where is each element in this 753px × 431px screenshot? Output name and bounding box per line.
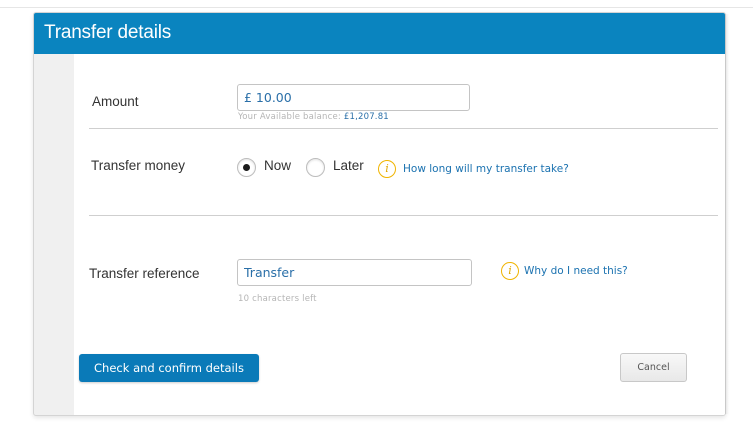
info-icon[interactable]: i <box>378 160 396 178</box>
transfer-reference-label: Transfer reference <box>89 266 200 281</box>
check-and-confirm-button[interactable]: Check and confirm details <box>79 354 259 382</box>
panel-header: Transfer details <box>34 13 725 54</box>
amount-input[interactable] <box>237 84 470 111</box>
balance-label: Your Available balance: <box>238 112 344 122</box>
characters-left: 10 characters left <box>238 294 317 304</box>
row-divider <box>89 128 718 129</box>
radio-later-label[interactable]: Later <box>333 158 364 173</box>
transfer-reference-input[interactable] <box>237 259 472 286</box>
amount-label: Amount <box>92 94 139 109</box>
radio-later[interactable] <box>306 158 325 177</box>
radio-now[interactable] <box>237 158 256 177</box>
transfer-money-label: Transfer money <box>91 158 186 173</box>
transfer-time-help-link[interactable]: How long will my transfer take? <box>403 163 569 175</box>
available-balance: Your Available balance: £1,207.81 <box>238 112 389 122</box>
top-divider <box>0 7 753 8</box>
panel-title: Transfer details <box>44 22 172 43</box>
balance-value: £1,207.81 <box>343 112 389 122</box>
info-icon[interactable]: i <box>501 262 519 280</box>
radio-selected-dot <box>243 164 250 171</box>
row-divider <box>89 215 718 216</box>
radio-now-label[interactable]: Now <box>264 158 291 173</box>
cancel-button[interactable]: Cancel <box>620 353 687 382</box>
reference-help-link[interactable]: Why do I need this? <box>524 265 628 277</box>
panel-shadow <box>725 14 729 414</box>
